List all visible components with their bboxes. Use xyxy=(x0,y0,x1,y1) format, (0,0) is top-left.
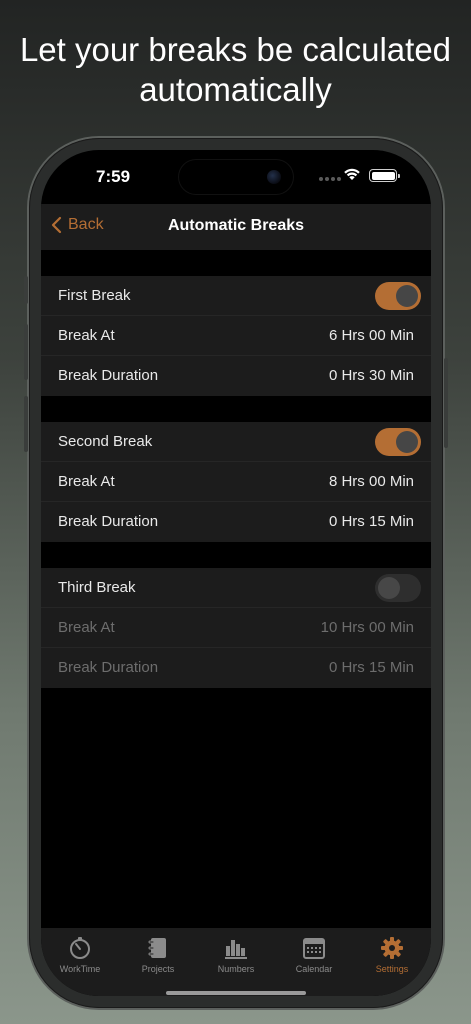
wifi-icon xyxy=(344,168,360,180)
break-at-value: 8 Hrs 00 Min xyxy=(328,473,414,490)
first-break-duration-row[interactable]: Break Duration 0 Hrs 30 Min xyxy=(41,356,431,396)
page-title: Automatic Breaks xyxy=(167,217,305,234)
tab-calendar[interactable]: Calendar xyxy=(275,936,353,974)
tab-bar: WorkTime Projects Numbers Calendar Setti… xyxy=(41,928,431,996)
first-break-group: First Break Break At 6 Hrs 00 Min Break … xyxy=(41,276,431,396)
dynamic-island xyxy=(179,160,293,194)
first-break-row: First Break xyxy=(41,276,431,316)
third-break-at-row: Break At 10 Hrs 00 Min xyxy=(41,608,431,648)
break-at-label: Break At xyxy=(58,327,115,344)
tab-label: Projects xyxy=(141,964,175,974)
camera-icon xyxy=(267,170,281,184)
tab-label: Calendar xyxy=(295,964,333,974)
tab-label: Numbers xyxy=(217,964,255,974)
home-indicator[interactable] xyxy=(166,991,306,995)
gear-icon xyxy=(381,937,403,959)
break-duration-value: 0 Hrs 15 Min xyxy=(328,659,414,676)
tab-settings[interactable]: Settings xyxy=(353,936,431,974)
tab-projects[interactable]: Projects xyxy=(119,936,197,974)
tab-label: WorkTime xyxy=(59,964,101,974)
break-duration-label: Break Duration xyxy=(58,513,159,530)
first-break-toggle[interactable] xyxy=(375,282,421,310)
first-break-at-row[interactable]: Break At 6 Hrs 00 Min xyxy=(41,316,431,356)
bar-chart-icon xyxy=(225,940,247,959)
third-break-group: Third Break Break At 10 Hrs 00 Min Break… xyxy=(41,568,431,688)
break-duration-label: Break Duration xyxy=(58,367,159,384)
phone-frame: 7:59 Back Automatic Breaks First Break B… xyxy=(24,138,448,1008)
second-break-row: Second Break xyxy=(41,422,431,462)
break-duration-label: Break Duration xyxy=(58,659,159,676)
status-bar: 7:59 xyxy=(41,150,431,204)
action-button xyxy=(24,276,28,304)
break-at-value: 6 Hrs 00 Min xyxy=(328,327,414,344)
break-at-value: 10 Hrs 00 Min xyxy=(320,619,414,636)
break-at-label: Break At xyxy=(58,619,115,636)
status-time: 7:59 xyxy=(96,167,131,186)
cellular-signal-icon xyxy=(319,177,341,181)
tab-worktime[interactable]: WorkTime xyxy=(41,936,119,974)
break-name: Second Break xyxy=(58,433,153,450)
tab-numbers[interactable]: Numbers xyxy=(197,936,275,974)
second-break-toggle[interactable] xyxy=(375,428,421,456)
break-at-label: Break At xyxy=(58,473,115,490)
break-name: Third Break xyxy=(58,579,136,596)
second-break-group: Second Break Break At 8 Hrs 00 Min Break… xyxy=(41,422,431,542)
notebook-icon xyxy=(148,938,166,958)
calendar-icon xyxy=(303,938,325,959)
second-break-at-row[interactable]: Break At 8 Hrs 00 Min xyxy=(41,462,431,502)
marketing-headline: Let your breaks be calculated automatica… xyxy=(19,31,452,108)
stopwatch-icon xyxy=(70,937,90,959)
power-button xyxy=(444,358,448,448)
navigation-bar: Back Automatic Breaks xyxy=(41,204,431,250)
third-break-duration-row: Break Duration 0 Hrs 15 Min xyxy=(41,648,431,688)
volume-up-button xyxy=(24,324,28,380)
tab-label: Settings xyxy=(375,964,409,974)
break-duration-value: 0 Hrs 30 Min xyxy=(328,367,414,384)
third-break-toggle[interactable] xyxy=(375,574,421,602)
break-duration-value: 0 Hrs 15 Min xyxy=(328,513,414,530)
phone-screen: 7:59 Back Automatic Breaks First Break B… xyxy=(41,150,431,996)
volume-down-button xyxy=(24,396,28,452)
second-break-duration-row[interactable]: Break Duration 0 Hrs 15 Min xyxy=(41,502,431,542)
third-break-row: Third Break xyxy=(41,568,431,608)
break-name: First Break xyxy=(58,287,131,304)
battery-icon xyxy=(369,169,400,182)
